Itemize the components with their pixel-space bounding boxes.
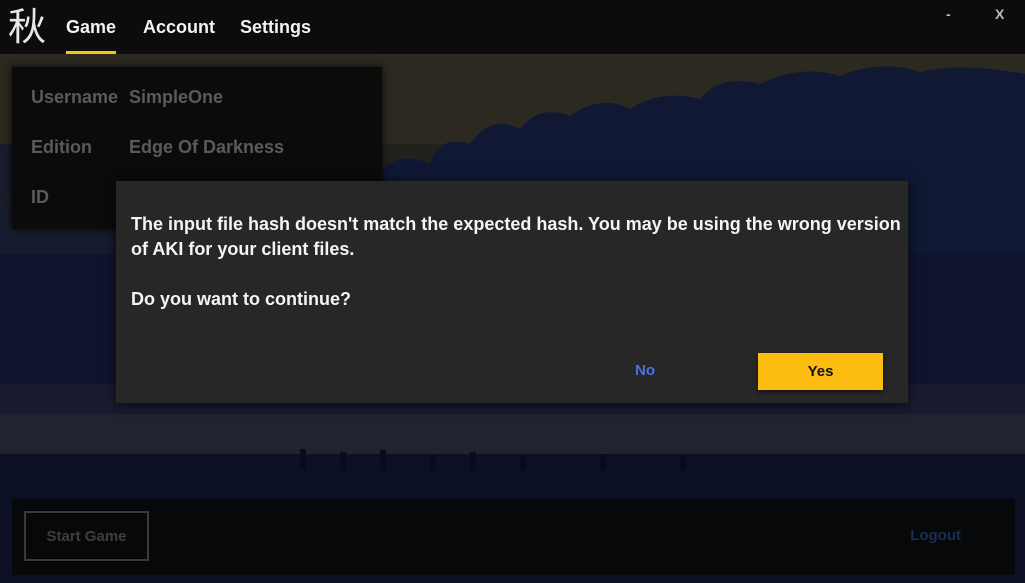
tab-game[interactable]: Game (66, 14, 117, 54)
close-button[interactable]: X (995, 6, 1004, 22)
username-value: SimpleOne (129, 87, 224, 107)
id-label: ID (31, 187, 49, 207)
edition-value: Edge Of Darkness (129, 137, 285, 157)
tab-account[interactable]: Account (143, 14, 215, 40)
edition-label: Edition (31, 137, 92, 157)
app-logo: 秋 (7, 5, 46, 49)
logout-link[interactable]: Logout (910, 527, 961, 544)
username-label: Username (31, 87, 119, 107)
hash-mismatch-dialog: The input file hash doesn't match the ex… (116, 181, 908, 403)
no-button[interactable]: No (623, 359, 667, 383)
dialog-question: Do you want to continue? (131, 289, 351, 309)
dialog-message: The input file hash doesn't match the ex… (131, 214, 901, 259)
minimize-button[interactable]: - (946, 6, 951, 22)
bottom-bar: Start Game Logout (12, 499, 1015, 575)
yes-button[interactable]: Yes (758, 353, 883, 390)
start-game-button[interactable]: Start Game (24, 511, 149, 561)
title-bar: 秋 Game Account Settings - X (0, 0, 1025, 54)
tab-settings[interactable]: Settings (240, 14, 311, 40)
